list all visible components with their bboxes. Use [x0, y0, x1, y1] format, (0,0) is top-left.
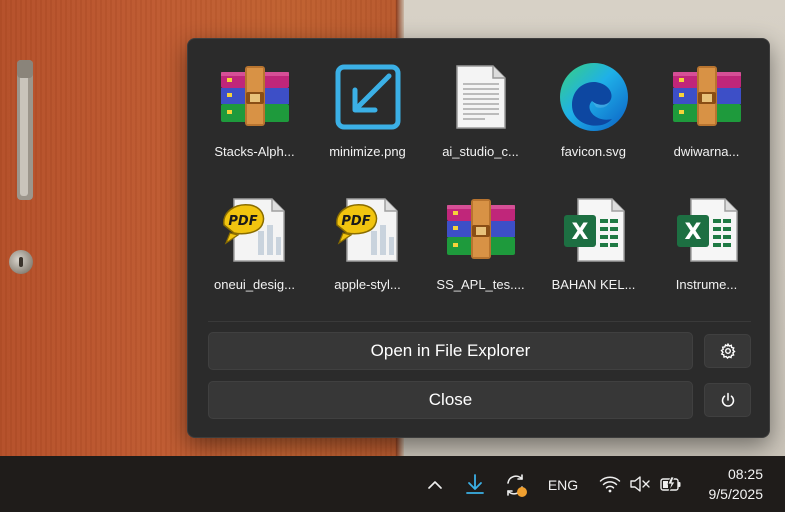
text-file-icon — [443, 59, 519, 135]
door-lock — [9, 250, 33, 274]
winrar-archive-icon — [443, 192, 519, 268]
settings-button[interactable] — [704, 334, 751, 368]
svg-text:X: X — [571, 220, 588, 245]
wifi-icon — [599, 476, 621, 493]
file-name: Instrume... — [675, 277, 738, 292]
file-name: dwiwarna... — [673, 144, 740, 159]
volume-muted-icon — [630, 476, 650, 492]
update-tray-button[interactable] — [502, 471, 530, 499]
svg-text:X: X — [684, 220, 701, 245]
download-icon — [466, 474, 484, 494]
open-in-file-explorer-button[interactable]: Open in File Explorer — [208, 332, 693, 370]
gear-icon — [719, 343, 736, 359]
file-name: BAHAN KEL... — [551, 277, 636, 292]
file-tile[interactable]: PDF apple-styl... — [311, 192, 424, 325]
language-indicator[interactable]: ENG — [544, 474, 582, 496]
winrar-archive-icon — [217, 59, 293, 135]
file-tile[interactable]: ai_studio_c... — [424, 59, 537, 192]
show-hidden-icons-button[interactable] — [424, 474, 446, 496]
file-name: favicon.svg — [560, 144, 627, 159]
close-button[interactable]: Close — [208, 381, 693, 419]
file-name: oneui_desig... — [214, 277, 295, 292]
file-tile[interactable]: SS_APL_tes.... — [424, 192, 537, 325]
clock[interactable]: 08:25 9/5/2025 — [709, 464, 764, 504]
svg-text:PDF: PDF — [341, 214, 370, 229]
battery-charging-icon — [660, 476, 681, 492]
door-handle — [17, 60, 33, 200]
file-tile[interactable]: X Instrume... — [650, 192, 763, 325]
file-tile[interactable]: favicon.svg — [537, 59, 650, 192]
file-name: ai_studio_c... — [442, 144, 519, 159]
minimize-image-icon — [330, 59, 406, 135]
language-label: ENG — [547, 477, 579, 493]
taskbar: ENG 08:25 9/5/2025 — [0, 456, 785, 512]
pdf-file-icon: PDF — [217, 192, 293, 268]
file-name: apple-styl... — [334, 277, 401, 292]
chevron-up-icon — [428, 481, 442, 489]
power-icon — [721, 392, 734, 407]
excel-file-icon: X — [556, 192, 632, 268]
downloads-tray-button[interactable] — [462, 471, 488, 497]
winrar-archive-icon — [669, 59, 745, 135]
file-name: SS_APL_tes.... — [436, 277, 525, 292]
file-tile[interactable]: minimize.png — [311, 59, 424, 192]
flyout-divider — [208, 321, 751, 322]
volume-button[interactable] — [628, 473, 652, 495]
sync-update-icon — [507, 474, 527, 497]
power-button[interactable] — [704, 383, 751, 417]
file-name: minimize.png — [329, 144, 406, 159]
open-in-file-explorer-label: Open in File Explorer — [370, 341, 531, 360]
svg-text:PDF: PDF — [228, 214, 257, 229]
file-tile[interactable]: dwiwarna... — [650, 59, 763, 192]
downloads-flyout: Stacks-Alph... minimize.png ai_studio_c.… — [187, 38, 770, 438]
battery-button[interactable] — [658, 473, 684, 495]
pdf-file-icon: PDF — [330, 192, 406, 268]
file-tile[interactable]: PDF oneui_desig... — [198, 192, 311, 325]
file-grid: Stacks-Alph... minimize.png ai_studio_c.… — [198, 59, 761, 325]
file-name: Stacks-Alph... — [214, 144, 295, 159]
network-button[interactable] — [598, 473, 622, 495]
edge-icon — [556, 59, 632, 135]
file-tile[interactable]: Stacks-Alph... — [198, 59, 311, 192]
file-tile[interactable]: X BAHAN KEL... — [537, 192, 650, 325]
excel-file-icon: X — [669, 192, 745, 268]
close-label: Close — [428, 390, 473, 409]
clock-date: 9/5/2025 — [708, 486, 764, 502]
clock-time: 08:25 — [727, 466, 763, 482]
